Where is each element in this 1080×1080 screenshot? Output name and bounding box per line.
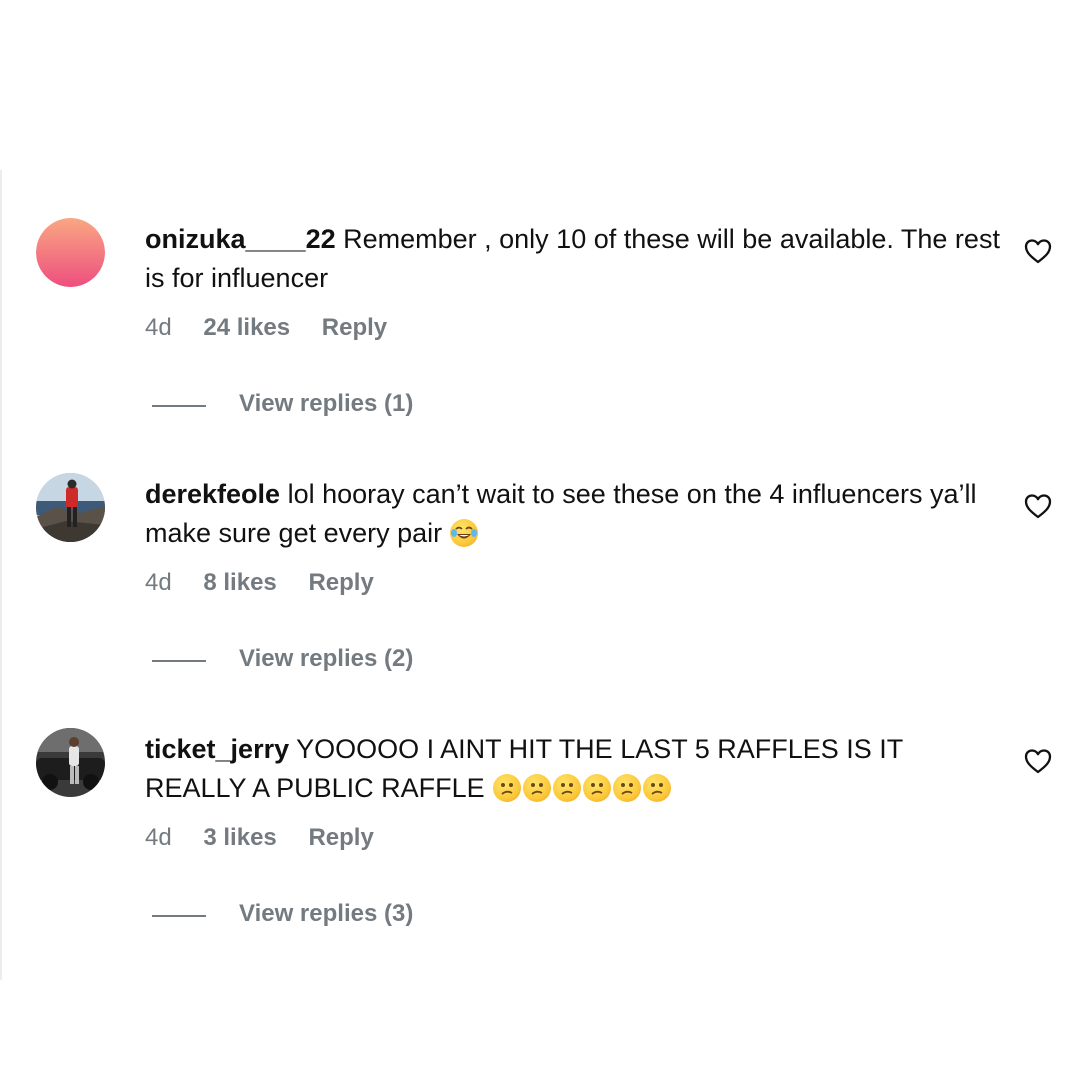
comment-time: 4d xyxy=(145,824,172,851)
comment-text: derekfeole lol hooray can’t wait to see … xyxy=(145,475,1005,553)
reply-button[interactable]: Reply xyxy=(308,569,373,596)
view-replies-label[interactable]: View replies (3) xyxy=(239,900,413,928)
comment-item: onizuka____22 Remember , only 10 of thes… xyxy=(0,218,1080,448)
confused-face-emoji-icon xyxy=(522,774,551,802)
comments-list: onizuka____22 Remember , only 10 of thes… xyxy=(0,0,1080,1080)
reply-button[interactable]: Reply xyxy=(322,314,387,341)
view-replies-label[interactable]: View replies (2) xyxy=(239,645,413,673)
confused-face-emoji-icon xyxy=(642,774,671,802)
comment-meta: 4d 8 likes Reply xyxy=(145,569,374,597)
avatar[interactable] xyxy=(36,473,105,542)
comment-time: 4d xyxy=(145,569,172,596)
confused-face-emoji-row xyxy=(492,769,673,808)
heart-outline-icon[interactable] xyxy=(1024,238,1052,264)
confused-face-emoji-icon xyxy=(492,774,521,802)
comment-username[interactable]: ticket_jerry xyxy=(145,734,289,764)
comment-meta: 4d 3 likes Reply xyxy=(145,824,374,852)
likes-count[interactable]: 24 likes xyxy=(203,314,290,341)
reply-button[interactable]: Reply xyxy=(308,824,373,851)
avatar[interactable] xyxy=(36,728,105,797)
comment-time: 4d xyxy=(145,314,172,341)
replies-divider xyxy=(152,405,206,407)
confused-face-emoji-icon xyxy=(612,774,641,802)
likes-count[interactable]: 3 likes xyxy=(203,824,276,851)
comment-text: onizuka____22 Remember , only 10 of thes… xyxy=(145,220,1005,298)
comment-username[interactable]: derekfeole xyxy=(145,479,280,509)
tears-of-joy-emoji-icon xyxy=(449,519,478,547)
confused-face-emoji-icon xyxy=(552,774,581,802)
comment-username[interactable]: onizuka____22 xyxy=(145,224,336,254)
replies-divider xyxy=(152,915,206,917)
likes-count[interactable]: 8 likes xyxy=(203,569,276,596)
comment-item: derekfeole lol hooray can’t wait to see … xyxy=(0,473,1080,703)
heart-outline-icon[interactable] xyxy=(1024,748,1052,774)
comment-text: ticket_jerry YOOOOO I AINT HIT THE LAST … xyxy=(145,730,1005,808)
heart-outline-icon[interactable] xyxy=(1024,493,1052,519)
avatar[interactable] xyxy=(36,218,105,287)
confused-face-emoji-icon xyxy=(582,774,611,802)
comment-item: ticket_jerry YOOOOO I AINT HIT THE LAST … xyxy=(0,728,1080,958)
comment-meta: 4d 24 likes Reply xyxy=(145,314,387,342)
replies-divider xyxy=(152,660,206,662)
view-replies-label[interactable]: View replies (1) xyxy=(239,390,413,418)
